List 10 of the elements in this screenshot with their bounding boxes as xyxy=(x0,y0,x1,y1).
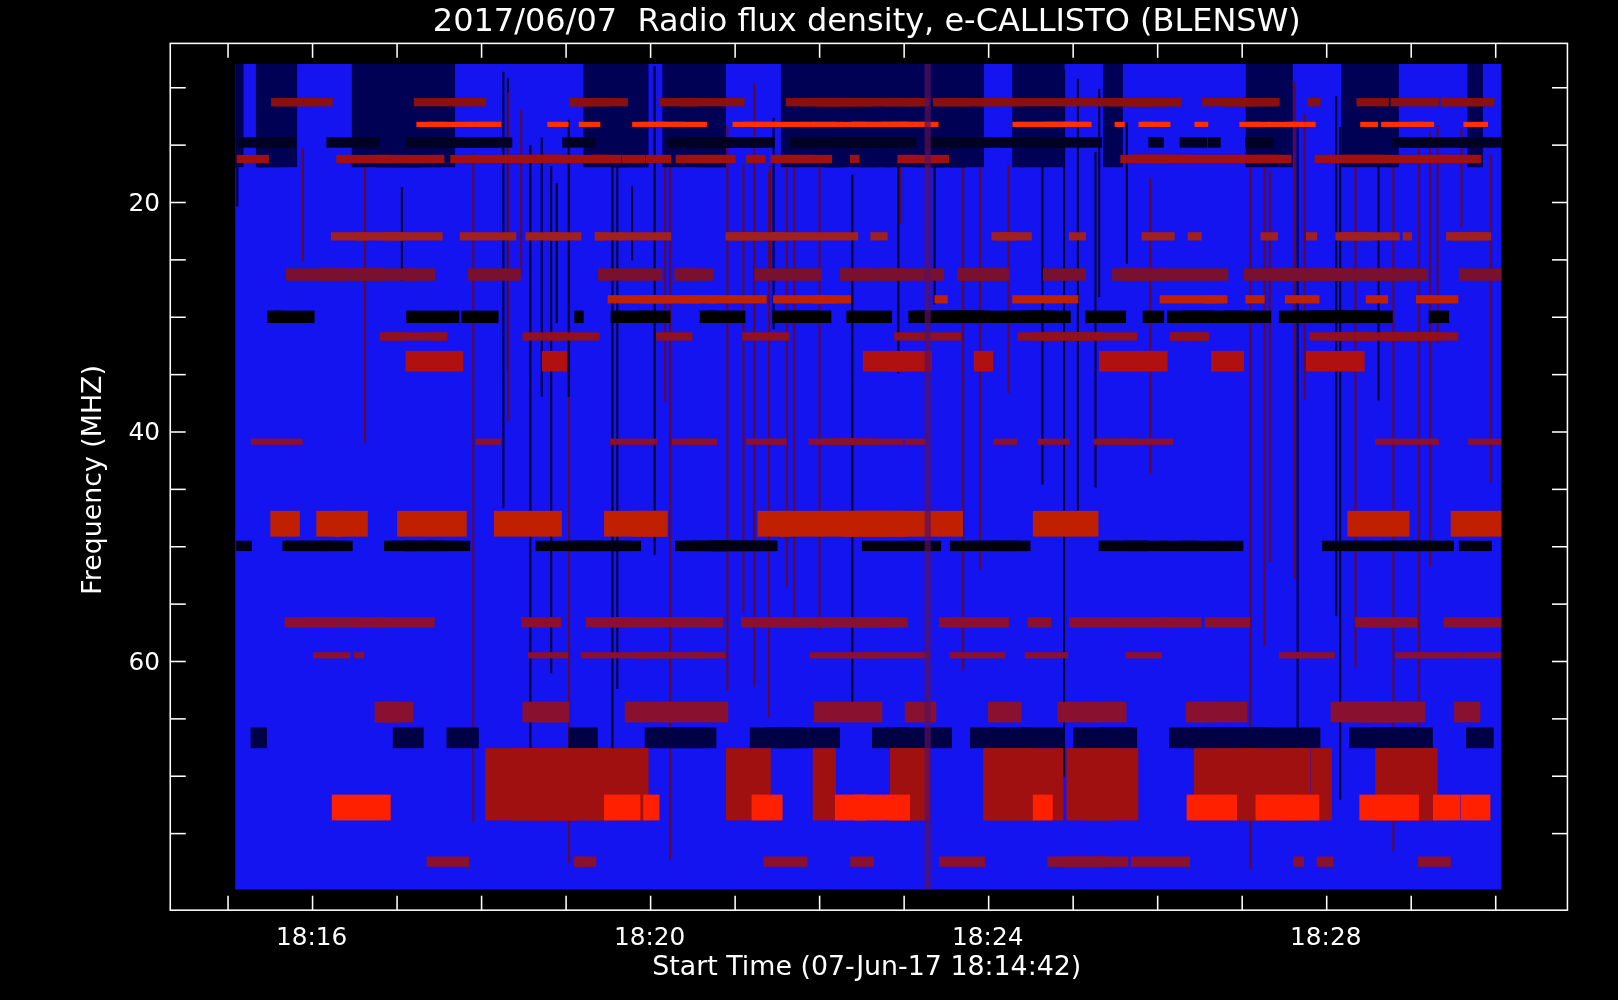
axis-label: Start Time (07-Jun-17 18:14:42) xyxy=(652,950,1082,982)
tick-label: 20 xyxy=(128,187,160,217)
tick-label: 18:24 xyxy=(952,922,1024,952)
axis-label: Frequency (MHZ) xyxy=(76,365,108,595)
tick-label: 18:28 xyxy=(1290,922,1362,952)
tick-label: 40 xyxy=(128,417,160,447)
tick-label: 60 xyxy=(128,647,160,677)
tick-label: 18:16 xyxy=(275,922,348,952)
tick-label: 18:20 xyxy=(614,922,686,952)
chart-title: 2017/06/07 Radio flux density, e-CALLISTO (BLENSW) xyxy=(432,1,1301,39)
